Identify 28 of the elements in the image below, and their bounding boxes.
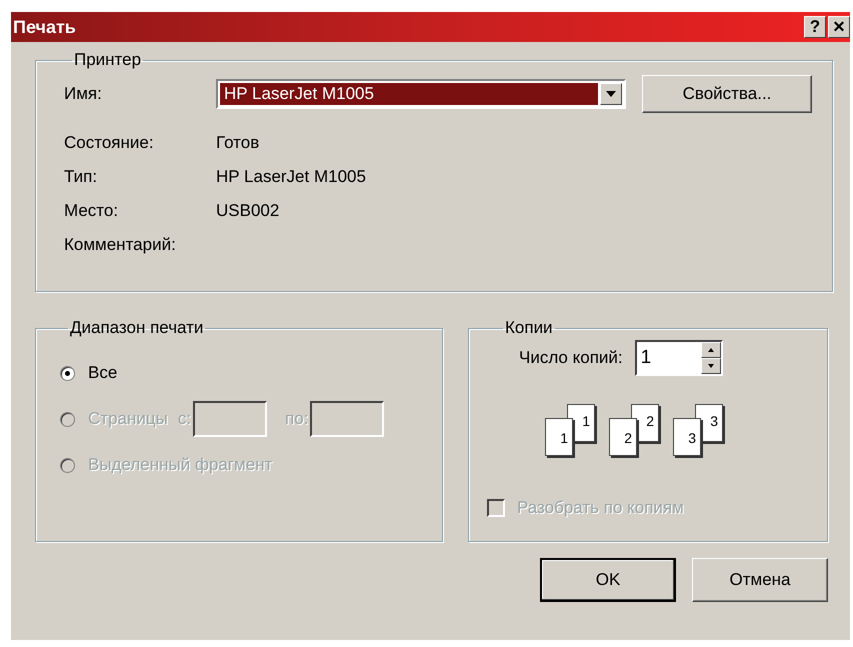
info-label: Тип: [64,167,98,187]
info-value: HP LaserJet M1005 [216,167,366,187]
ok-button[interactable]: OK [540,558,676,602]
info-label: Состояние: [64,133,155,153]
info-label: Место: [64,201,120,221]
to-label: по: [285,409,308,429]
from-label: с: [178,409,192,429]
page-sheet: 1 [545,418,573,456]
info-value: Готов [216,133,260,153]
page-sheet: 3 [673,418,701,456]
copies-label: Число копий: [519,348,623,368]
group-title: Принтер [73,50,142,70]
copies-spinner[interactable]: 1 [634,340,723,376]
field-label: Имя: [64,84,103,104]
info-value: USB002 [216,201,280,221]
group-title: Диапазон печати [69,318,204,338]
help-button[interactable]: ? [804,16,826,38]
group-title: Копии [504,318,554,338]
properties-button[interactable]: Свойства... [642,75,812,113]
printer-dropdown[interactable]: HP LaserJet M1005 [216,79,626,109]
window-title: Печать [13,16,76,38]
info-label: Комментарий: [64,235,177,255]
page-sheet: 2 [609,418,637,456]
radio-label[interactable]: Все [88,363,118,383]
radio-button[interactable] [60,366,75,380]
cancel-button[interactable]: Отмена [692,558,828,602]
close-button[interactable]: × [828,16,850,38]
printer-name: HP LaserJet M1005 [220,83,598,105]
